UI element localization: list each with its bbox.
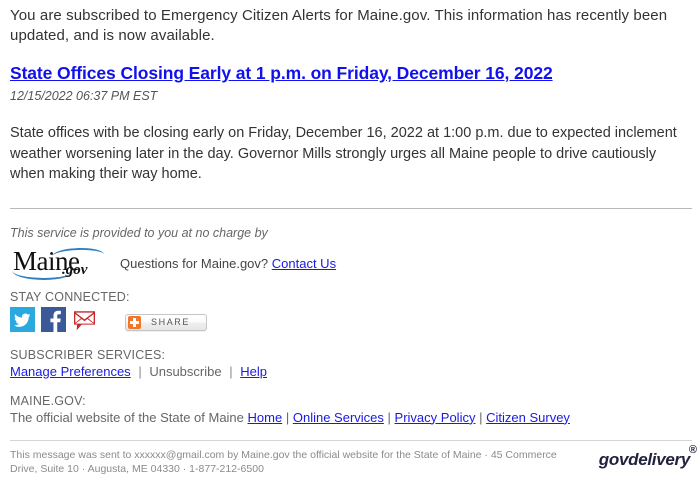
separator: | — [138, 363, 142, 379]
disclaimer-text: This message was sent to xxxxxx@gmail.co… — [10, 448, 557, 475]
maine-gov-logo: Maine .gov — [10, 247, 106, 281]
manage-preferences-link[interactable]: Manage Preferences — [10, 364, 131, 379]
govdelivery-wordmark: govdelivery — [598, 449, 691, 469]
twitter-icon[interactable] — [10, 306, 35, 332]
social-links-row: SHARE — [10, 306, 700, 332]
stay-connected-label: STAY CONNECTED: — [10, 289, 130, 304]
home-link[interactable]: Home — [248, 410, 283, 425]
logo-suffix: .gov — [62, 261, 88, 278]
separator: | — [285, 409, 290, 425]
separator: | — [387, 409, 391, 425]
email-alert-page: You are subscribed to Emergency Citizen … — [0, 0, 700, 501]
questions-row: Questions for Maine.gov? Contact Us — [120, 256, 336, 271]
alert-timestamp: 12/15/2022 06:37 PM EST — [10, 89, 158, 103]
help-link[interactable]: Help — [240, 364, 267, 379]
separator: | — [229, 363, 233, 379]
unsubscribe-label[interactable]: Unsubscribe — [149, 364, 221, 379]
facebook-icon[interactable] — [41, 306, 66, 332]
section-divider — [10, 207, 692, 209]
contact-us-link[interactable]: Contact Us — [272, 256, 336, 271]
registered-trademark-icon: ® — [688, 443, 697, 456]
share-button-label: SHARE — [151, 317, 191, 327]
bottom-bar: This message was sent to xxxxxx@gmail.co… — [0, 441, 700, 476]
privacy-policy-link[interactable]: Privacy Policy — [395, 410, 476, 425]
share-plus-icon — [128, 315, 141, 329]
alert-title-link[interactable]: State Offices Closing Early at 1 p.m. on… — [0, 62, 700, 84]
mainegov-label: MAINE.GOV: — [10, 393, 86, 408]
subscriber-services-links: Manage Preferences | Unsubscribe | Help — [10, 363, 700, 380]
citizen-survey-link[interactable]: Citizen Survey — [486, 410, 570, 425]
mainegov-links-row: The official website of the State of Mai… — [10, 409, 700, 426]
questions-label: Questions for Maine.gov? — [120, 256, 269, 271]
no-charge-text: This service is provided to you at no ch… — [10, 225, 268, 240]
logo-row: Maine .gov Questions for Maine.gov? Cont… — [10, 247, 700, 281]
subscriber-services-label: SUBSCRIBER SERVICES: — [10, 347, 166, 362]
alert-body-text: State offices with be closing early on F… — [10, 125, 677, 182]
official-website-text: The official website of the State of Mai… — [10, 409, 244, 425]
footer: This service is provided to you at no ch… — [0, 225, 700, 426]
share-button[interactable]: SHARE — [125, 313, 208, 331]
alert-intro-text: You are subscribed to Emergency Citizen … — [10, 7, 668, 44]
online-services-link[interactable]: Online Services — [293, 410, 384, 425]
govdelivery-logo: govdelivery ® — [598, 444, 697, 470]
email-icon[interactable] — [72, 307, 97, 332]
separator: | — [479, 409, 483, 425]
